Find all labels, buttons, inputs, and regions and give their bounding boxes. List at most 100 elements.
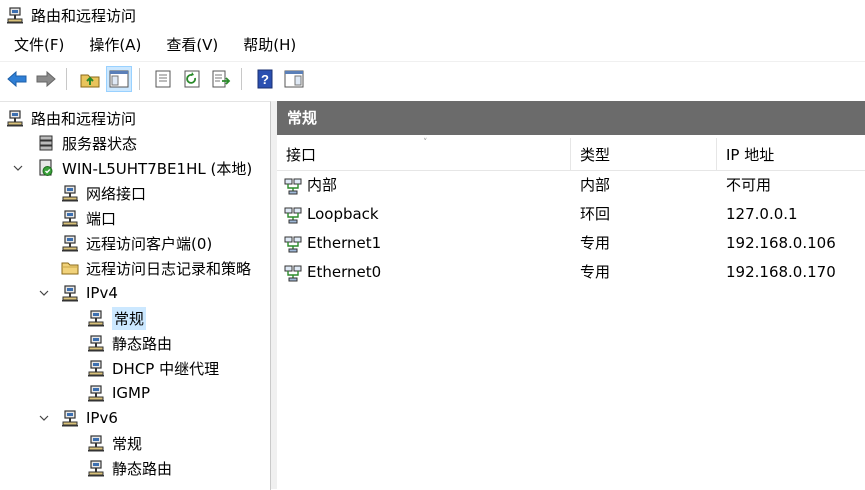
network-interface-icon <box>60 183 80 203</box>
tree-label: DHCP 中继代理 <box>112 359 220 378</box>
column-header-ip-address[interactable]: IP 地址 <box>716 138 865 170</box>
menu-view[interactable]: 查看(V) <box>152 30 229 60</box>
tree-item-ipv6[interactable]: IPv6 <box>60 406 118 430</box>
network-adapter-icon <box>283 263 303 283</box>
menu-bar: 文件(F) 操作(A) 查看(V) 帮助(H) <box>0 30 865 60</box>
show-hide-tree-icon[interactable] <box>106 66 132 92</box>
general-icon <box>86 433 106 453</box>
type-cell: 内部 <box>580 176 611 194</box>
tree-label: 静态路由 <box>112 334 173 353</box>
tree-label: 远程访问日志记录和策略 <box>86 259 252 278</box>
refresh-icon[interactable] <box>180 67 204 91</box>
tree-item-server[interactable]: WIN-L5UHT7BE1HL (本地) <box>36 156 252 180</box>
tree-label: 静态路由 <box>112 459 173 478</box>
tree-label: 服务器状态 <box>62 134 138 153</box>
toolbar-separator <box>66 68 67 90</box>
ip-cell: 192.168.0.170 <box>726 263 836 281</box>
table-row[interactable]: Ethernet0 专用 192.168.0.170 <box>277 258 865 287</box>
window-title: 路由和远程访问 <box>31 6 137 25</box>
toolbar-separator <box>241 68 242 90</box>
tree-label: IGMP <box>112 384 151 402</box>
toolbar: ? <box>0 61 865 96</box>
tree-item-dhcp-relay[interactable]: DHCP 中继代理 <box>86 356 219 380</box>
collapse-chevron-icon[interactable] <box>12 156 24 180</box>
type-cell: 专用 <box>580 234 611 252</box>
server-status-icon <box>36 133 56 153</box>
interface-name: Loopback <box>307 205 379 223</box>
tree-item-network-interfaces[interactable]: 网络接口 <box>60 181 146 205</box>
interface-cell: Ethernet1 <box>283 229 381 258</box>
tree-label: 常规 <box>112 306 147 330</box>
details-pane: 常规 接口 ˅ 类型 IP 地址 内部 内部 不可用 Loopback 环回 1… <box>277 101 865 489</box>
tree-item-remote-clients[interactable]: 远程访问客户端(0) <box>60 231 212 255</box>
tree-item-logging[interactable]: 远程访问日志记录和策略 <box>60 256 251 280</box>
menu-help[interactable]: 帮助(H) <box>229 30 307 60</box>
static-routes-icon <box>86 458 106 478</box>
folder-icon <box>60 258 80 278</box>
tree-item-ipv6-general[interactable]: 常规 <box>86 431 142 455</box>
table-row[interactable]: 内部 内部 不可用 <box>277 171 865 200</box>
sort-indicator-icon: ˅ <box>423 138 428 148</box>
interface-name: Ethernet1 <box>307 234 382 252</box>
routing-app-icon <box>5 5 25 25</box>
collapse-chevron-icon[interactable] <box>38 281 50 305</box>
menu-action[interactable]: 操作(A) <box>75 30 152 60</box>
tree-label: 端口 <box>86 209 117 228</box>
ip-cell: 不可用 <box>726 176 772 194</box>
igmp-icon <box>86 383 106 403</box>
dhcp-relay-icon <box>86 358 106 378</box>
column-header-type[interactable]: 类型 <box>570 138 716 170</box>
tree-item-ports[interactable]: 端口 <box>60 206 116 230</box>
tree-item-ipv4[interactable]: IPv4 <box>60 281 118 305</box>
list-header: 接口 ˅ 类型 IP 地址 <box>277 138 865 171</box>
menu-file[interactable]: 文件(F) <box>0 30 75 60</box>
tree-item-ipv6-static-routes[interactable]: 静态路由 <box>86 456 172 480</box>
type-cell: 专用 <box>580 263 611 281</box>
forward-icon[interactable] <box>34 67 58 91</box>
tree-label: IPv6 <box>86 409 118 427</box>
collapse-chevron-icon[interactable] <box>38 406 50 430</box>
interface-cell: Loopback <box>283 200 379 229</box>
remote-clients-icon <box>60 233 80 253</box>
interface-name: 内部 <box>307 176 338 194</box>
ipv6-icon <box>60 408 80 428</box>
export-list-icon[interactable] <box>209 67 233 91</box>
network-adapter-icon <box>283 234 303 254</box>
properties-icon[interactable] <box>151 67 175 91</box>
navigation-tree: 路由和远程访问 服务器状态 WIN-L5UHT7BE1HL (本地) 网络接口 … <box>0 101 271 490</box>
tree-item-ipv4-static-routes[interactable]: 静态路由 <box>86 331 172 355</box>
tree-label: 网络接口 <box>86 184 147 203</box>
title-bar: 路由和远程访问 <box>0 0 865 30</box>
tree-label: 路由和远程访问 <box>31 109 137 128</box>
ip-cell: 127.0.0.1 <box>726 205 798 223</box>
ipv4-icon <box>60 283 80 303</box>
interface-cell: Ethernet0 <box>283 258 381 287</box>
tree-label: 远程访问客户端(0) <box>86 234 213 253</box>
back-icon[interactable] <box>5 67 29 91</box>
ports-icon <box>60 208 80 228</box>
interface-name: Ethernet0 <box>307 263 382 281</box>
details-header: 常规 <box>277 101 865 135</box>
toolbar-separator <box>139 68 140 90</box>
action-pane-icon[interactable] <box>282 67 306 91</box>
server-host-icon <box>36 158 56 178</box>
help-icon[interactable]: ? <box>253 67 277 91</box>
type-cell: 环回 <box>580 205 611 223</box>
tree-label: 常规 <box>112 434 143 453</box>
static-routes-icon <box>86 333 106 353</box>
interface-cell: 内部 <box>283 171 337 200</box>
tree-item-ipv4-general[interactable]: 常规 <box>86 306 147 330</box>
routing-server-icon <box>5 108 25 128</box>
table-row[interactable]: Ethernet1 专用 192.168.0.106 <box>277 229 865 258</box>
svg-text:?: ? <box>261 72 269 87</box>
network-adapter-icon <box>283 205 303 225</box>
tree-item-server-status[interactable]: 服务器状态 <box>36 131 137 155</box>
tree-label: IPv4 <box>86 284 118 302</box>
tree-label: WIN-L5UHT7BE1HL (本地) <box>62 159 253 178</box>
tree-item-igmp[interactable]: IGMP <box>86 381 150 405</box>
general-icon <box>86 308 106 328</box>
up-folder-icon[interactable] <box>78 67 102 91</box>
network-adapter-icon <box>283 176 303 196</box>
tree-item-root[interactable]: 路由和远程访问 <box>5 106 136 130</box>
table-row[interactable]: Loopback 环回 127.0.0.1 <box>277 200 865 229</box>
